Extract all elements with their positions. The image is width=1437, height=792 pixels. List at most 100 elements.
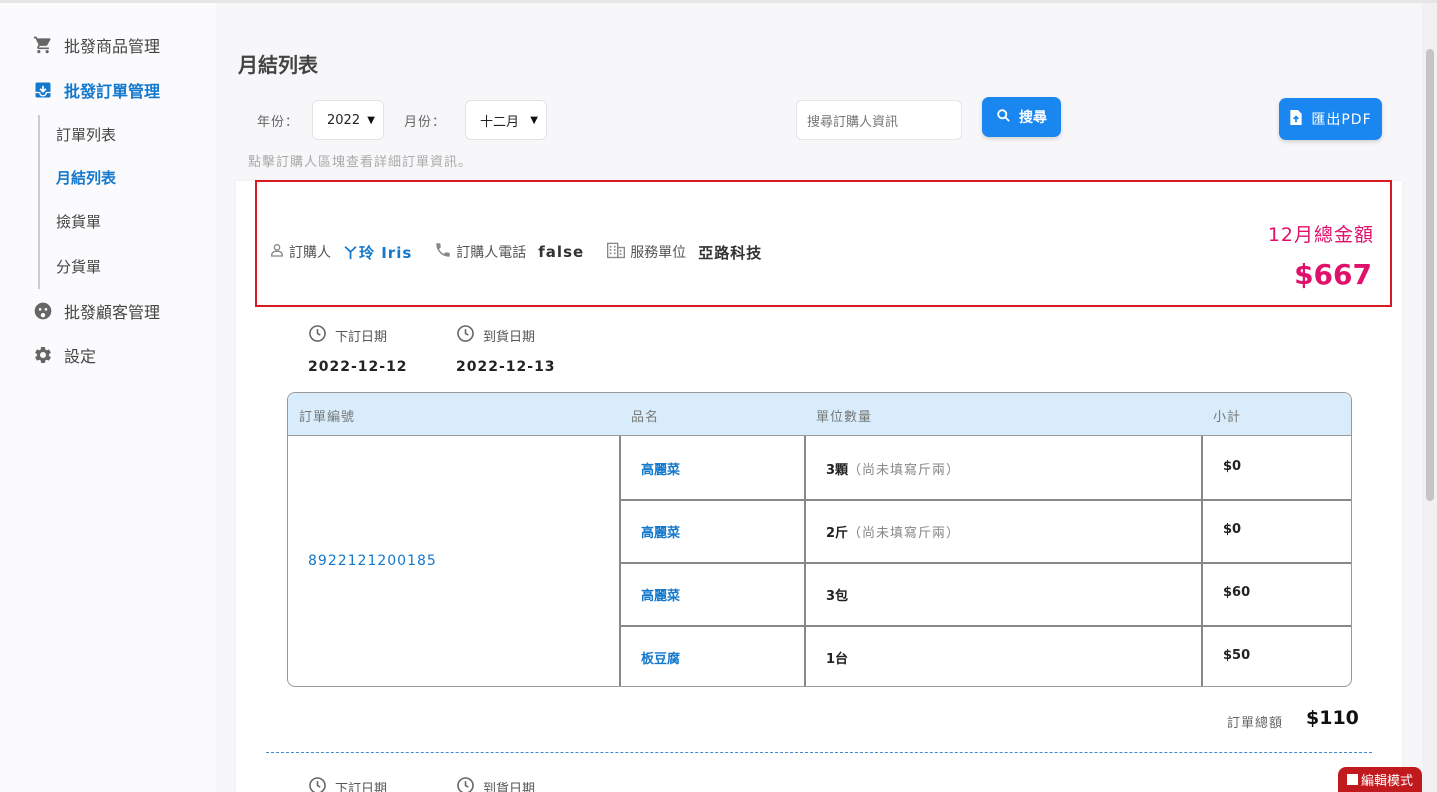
buyer-label: 訂購人 (289, 245, 331, 261)
submenu-line (38, 115, 40, 289)
order-number[interactable]: 8922121200185 (308, 553, 437, 569)
search-icon (996, 108, 1011, 127)
column-header: 品名 (631, 410, 660, 425)
service-unit-label: 服務單位 (630, 245, 687, 261)
buyer-name: ㄚ玲 Iris (343, 243, 413, 262)
divider (1201, 436, 1203, 686)
face-icon (32, 300, 54, 322)
order-date-block: 下訂日期 2022-12-12 (308, 324, 408, 375)
arrival-date-block: 到貨日期 2022-12-13 (456, 324, 556, 375)
quantity-cell: 3顆（尚未填寫斤兩） (826, 459, 960, 478)
hint-text: 點擊訂購人區塊查看詳細訂單資訊。 (248, 155, 473, 170)
clock-icon (308, 324, 327, 347)
column-header: 訂單編號 (299, 410, 356, 425)
scrollbar[interactable] (1422, 3, 1437, 792)
phone-icon (434, 241, 452, 263)
order-date-label: 下訂日期 (335, 330, 388, 345)
buyer-info: 訂購人 ㄚ玲 Iris 訂購人電話 false 服務單位 亞路科技 (269, 240, 762, 264)
sidebar-sub-order-list[interactable]: 訂單列表 (56, 124, 116, 145)
sidebar-item-label: 設定 (64, 347, 97, 366)
search-input[interactable]: 搜尋訂購人資訊 (796, 100, 962, 140)
subtotal: $50 (1223, 648, 1251, 663)
month-total-value: $667 (1294, 258, 1372, 291)
order-separator (266, 752, 1372, 753)
page-title: 月結列表 (238, 53, 318, 77)
search-button[interactable]: 搜尋 (982, 97, 1061, 137)
order-table: 訂單編號 品名 單位數量 小計 8922121200185 高麗菜 3顆（尚未填… (287, 392, 1352, 687)
divider (619, 436, 621, 686)
export-pdf-button[interactable]: 匯出PDF (1279, 98, 1382, 140)
square-icon (1346, 774, 1358, 785)
month-value: 十二月 (480, 114, 520, 130)
column-header: 小計 (1213, 410, 1242, 425)
product-name[interactable]: 高麗菜 (641, 459, 680, 478)
building-icon (606, 240, 626, 264)
gear-icon (32, 344, 54, 366)
order-total-label: 訂單總額 (1227, 716, 1284, 731)
service-unit-value: 亞路科技 (698, 243, 763, 262)
quantity-note: （尚未填寫斤兩） (848, 526, 961, 541)
sidebar-item-products[interactable]: 批發商品管理 (32, 33, 160, 57)
edit-mode-button[interactable]: 編輯模式 (1338, 767, 1422, 792)
divider (620, 562, 1351, 564)
column-header: 單位數量 (816, 410, 873, 425)
arrival-date-label: 到貨日期 (483, 330, 536, 345)
clock-icon (308, 776, 327, 792)
search-placeholder: 搜尋訂購人資訊 (807, 114, 899, 130)
month-label: 月份： (404, 115, 447, 130)
table-header: 訂單編號 品名 單位數量 小計 (288, 393, 1351, 436)
divider (620, 625, 1351, 627)
sidebar-item-orders[interactable]: 批發訂單管理 (32, 78, 160, 102)
sidebar-item-label: 批發訂單管理 (64, 82, 161, 101)
quantity: 3顆 (826, 463, 849, 478)
edit-mode-label: 編輯模式 (1360, 774, 1413, 789)
subtotal: $0 (1223, 522, 1242, 537)
file-upload-icon (1289, 109, 1303, 130)
sidebar-item-label: 批發商品管理 (64, 37, 161, 56)
buyer-summary[interactable]: 訂購人 ㄚ玲 Iris 訂購人電話 false 服務單位 亞路科技 12月總金額… (255, 180, 1392, 307)
next-order-date-block: 下訂日期 (308, 776, 387, 792)
main-content: 月結列表 年份： 2022 ▼ 月份： 十二月 ▼ 搜尋訂購人資訊 搜尋 匯出P… (216, 3, 1422, 792)
sidebar-item-settings[interactable]: 設定 (32, 343, 96, 367)
chevron-down-icon: ▼ (367, 114, 375, 126)
month-select[interactable]: 十二月 ▼ (465, 100, 547, 140)
quantity-cell: 2斤（尚未填寫斤兩） (826, 522, 960, 541)
order-date-label: 下訂日期 (335, 782, 388, 792)
chevron-down-icon: ▼ (530, 114, 538, 126)
divider (620, 499, 1351, 501)
product-name[interactable]: 高麗菜 (641, 585, 680, 604)
sidebar: 批發商品管理 批發訂單管理 訂單列表 月結列表 撿貨單 分貨單 批發顧客管理 設… (0, 3, 216, 792)
year-value: 2022 (327, 112, 361, 128)
cart-icon (32, 34, 54, 56)
quantity: 1台 (826, 652, 849, 667)
search-button-label: 搜尋 (1019, 110, 1047, 126)
product-name[interactable]: 高麗菜 (641, 522, 680, 541)
order-total-value: $110 (1306, 707, 1359, 729)
year-label: 年份： (257, 115, 300, 130)
divider (804, 436, 806, 686)
year-select[interactable]: 2022 ▼ (312, 100, 384, 140)
export-button-label: 匯出PDF (1311, 112, 1372, 128)
quantity: 3包 (826, 589, 849, 604)
sidebar-sub-distribution-list[interactable]: 分貨單 (56, 256, 101, 277)
sidebar-item-label: 批發顧客管理 (64, 303, 161, 322)
clock-icon (456, 776, 475, 792)
order-date-value: 2022-12-12 (308, 359, 408, 375)
download-box-icon (32, 79, 54, 101)
quantity: 2斤 (826, 526, 849, 541)
person-icon (269, 242, 285, 262)
sidebar-sub-picking-list[interactable]: 撿貨單 (56, 211, 101, 232)
month-total-label: 12月總金額 (1267, 224, 1374, 246)
product-name[interactable]: 板豆腐 (641, 648, 680, 667)
clock-icon (456, 324, 475, 347)
phone-label: 訂購人電話 (456, 245, 527, 261)
scrollbar-thumb[interactable] (1426, 49, 1434, 501)
subtotal: $0 (1223, 459, 1242, 474)
arrival-date-value: 2022-12-13 (456, 359, 556, 375)
sidebar-sub-monthly-list[interactable]: 月結列表 (56, 167, 116, 188)
quantity-note: （尚未填寫斤兩） (848, 463, 961, 478)
subtotal: $60 (1223, 585, 1251, 600)
sidebar-item-customers[interactable]: 批發顧客管理 (32, 299, 160, 323)
next-arrival-date-block: 到貨日期 (456, 776, 535, 792)
arrival-date-label: 到貨日期 (483, 782, 536, 792)
